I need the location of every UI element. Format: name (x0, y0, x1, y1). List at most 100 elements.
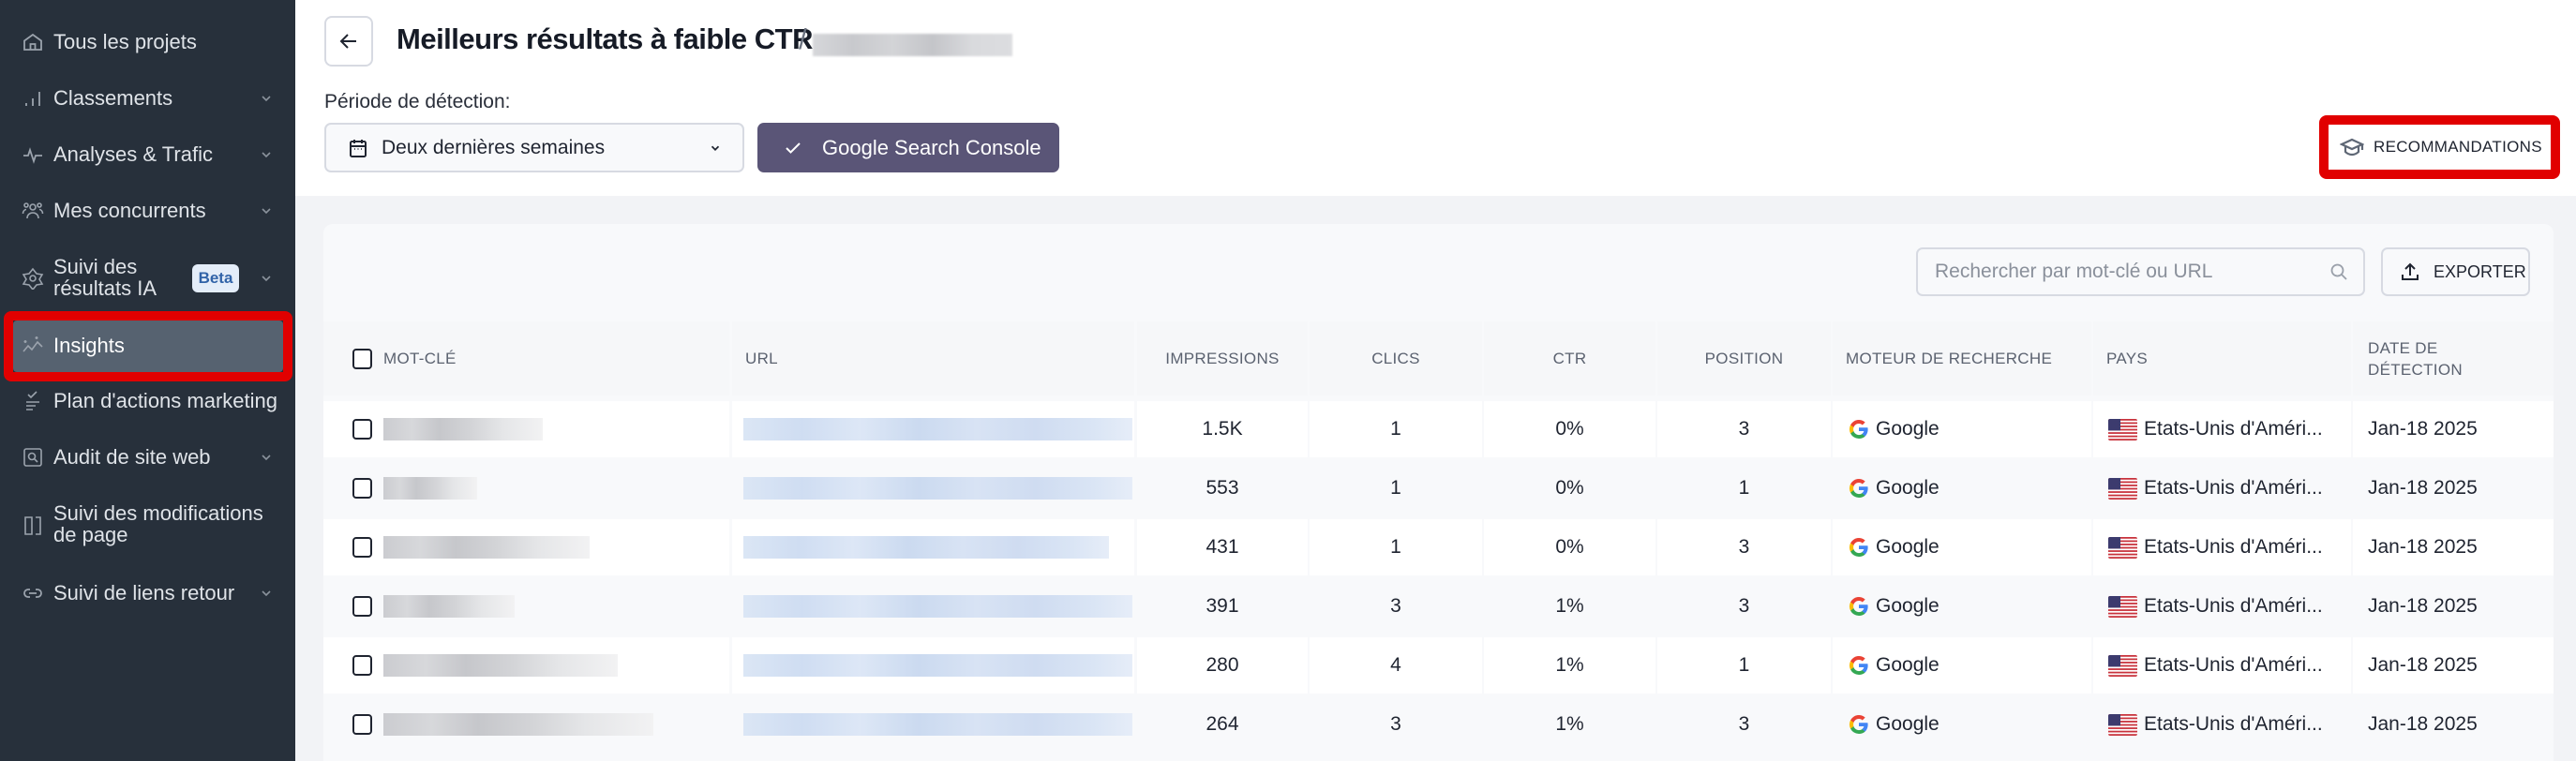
home-icon (21, 30, 45, 54)
cell-ctr-value: 1% (1555, 713, 1584, 735)
cell-impressions: 1.5K (1137, 401, 1308, 457)
redacted-keyword (383, 536, 590, 559)
sidebar-item-backlinks[interactable]: Suivi de liens retour (13, 579, 283, 607)
cell-impressions: 280 (1137, 637, 1308, 694)
search-engine-name: Google (1876, 595, 1939, 617)
cell-detection-date: Jan-18 2025 (2353, 519, 2554, 575)
cell-impressions: 431 (1137, 519, 1308, 575)
cell-country: Etats-Unis d'Améri... (2093, 401, 2351, 457)
sidebar-item-all-projects[interactable]: Tous les projets (13, 28, 283, 56)
us-flag-icon (2108, 418, 2137, 440)
calendar-icon (350, 140, 367, 157)
cell-detection-date: Jan-18 2025 (2353, 401, 2554, 457)
row-checkbox[interactable] (352, 596, 372, 617)
search-engine-name: Google (1876, 477, 1939, 499)
cell-url (732, 519, 1134, 575)
ai-diamond-icon (21, 266, 45, 291)
period-select-value: Deux dernières semaines (382, 136, 606, 158)
us-flag-icon (2108, 595, 2137, 618)
country-name: Etats-Unis d'Améri... (2144, 713, 2323, 735)
cell-impressions: 553 (1137, 460, 1308, 516)
detection-date: Jan-18 2025 (2368, 595, 2478, 617)
cell-clicks-value: 1 (1390, 418, 1401, 440)
cell-url (732, 460, 1134, 516)
row-checkbox[interactable] (352, 655, 372, 676)
row-checkbox[interactable] (352, 419, 372, 440)
redacted-url-link[interactable] (743, 418, 1132, 440)
sidebar-item-site-audit[interactable]: Audit de site web (13, 443, 283, 471)
recommendations-label: RECOMMANDATIONS (2374, 138, 2542, 156)
sidebar-item-label: Plan d'actions marketing (53, 389, 277, 412)
column-header-url[interactable]: URL (732, 321, 1134, 395)
redacted-url-link[interactable] (743, 595, 1132, 618)
column-header-keyword[interactable]: MOT-CLÉ (323, 321, 729, 395)
row-checkbox[interactable] (352, 537, 372, 558)
chevron-down-icon (711, 145, 720, 151)
google-search-console-button[interactable]: Google Search Console (757, 123, 1059, 172)
sidebar-item-ai-results[interactable]: Suivi des résultats IA Beta (13, 255, 283, 302)
cell-position: 1 (1657, 637, 1831, 694)
recommendations-button[interactable]: RECOMMANDATIONS (2329, 125, 2551, 170)
row-checkbox[interactable] (352, 478, 372, 499)
sidebar-item-insights[interactable]: Insights (13, 321, 283, 372)
column-header-label: PAYS (2106, 350, 2149, 367)
search-engine-name: Google (1876, 654, 1939, 676)
cell-impressions-value: 431 (1206, 536, 1239, 558)
column-header-search-engine[interactable]: MOTEUR DE RECHERCHE (1833, 321, 2091, 395)
cell-url (732, 401, 1134, 457)
cell-impressions: 391 (1137, 578, 1308, 634)
cell-ctr: 1% (1484, 578, 1655, 634)
cell-position-value: 3 (1738, 418, 1750, 440)
sidebar-item-competitors[interactable]: Mes concurrents (13, 197, 283, 225)
country-name: Etats-Unis d'Améri... (2144, 536, 2323, 558)
cell-keyword (323, 401, 729, 457)
redacted-keyword (383, 477, 477, 500)
column-header-detection-date[interactable]: DATE DE DÉTECTION (2353, 321, 2554, 395)
column-header-impressions[interactable]: IMPRESSIONS (1137, 321, 1308, 395)
sidebar-item-analytics-traffic[interactable]: Analyses & Trafic (13, 141, 283, 169)
cell-search-engine: Google (1833, 401, 2091, 457)
cell-keyword (323, 637, 729, 694)
redacted-url-link[interactable] (743, 477, 1132, 500)
redacted-keyword (383, 654, 618, 677)
search-engine-name: Google (1876, 418, 1939, 440)
column-header-label: MOT-CLÉ (383, 350, 457, 367)
period-select[interactable]: Deux dernières semaines (324, 123, 744, 172)
column-header-position[interactable]: POSITION (1657, 321, 1831, 395)
column-header-clicks[interactable]: CLICS (1310, 321, 1482, 395)
redacted-url-link[interactable] (743, 713, 1132, 736)
sidebar-item-rankings[interactable]: Classements (13, 84, 283, 112)
cell-keyword (323, 696, 729, 753)
sidebar-item-marketing-plan[interactable]: Plan d'actions marketing (13, 387, 283, 415)
search-icon (2330, 263, 2347, 280)
select-all-checkbox[interactable] (352, 349, 372, 369)
detection-date: Jan-18 2025 (2368, 536, 2478, 558)
column-header-label: POSITION (1704, 350, 1784, 367)
column-header-label: IMPRESSIONS (1165, 350, 1280, 367)
search-field[interactable] (1916, 247, 2365, 296)
back-button[interactable] (324, 16, 373, 67)
cell-detection-date: Jan-18 2025 (2353, 578, 2554, 634)
users-icon (21, 199, 45, 223)
cell-impressions: 264 (1137, 696, 1308, 753)
cell-clicks: 1 (1310, 519, 1482, 575)
chevron-down-icon (262, 152, 271, 158)
redacted-url-link[interactable] (743, 536, 1109, 559)
cell-detection-date: Jan-18 2025 (2353, 637, 2554, 694)
search-input[interactable] (1935, 249, 2310, 294)
column-header-ctr[interactable]: CTR (1484, 321, 1655, 395)
cell-impressions-value: 264 (1206, 713, 1239, 735)
sidebar-item-page-changes[interactable]: Suivi des modifications de page (13, 501, 283, 548)
cell-clicks-value: 1 (1390, 477, 1401, 499)
row-checkbox[interactable] (352, 714, 372, 735)
redacted-url-link[interactable] (743, 654, 1132, 677)
cell-ctr: 0% (1484, 401, 1655, 457)
sidebar-item-label-line1: Suivi des modifications (53, 501, 263, 525)
search-engine-name: Google (1876, 713, 1939, 735)
sidebar-item-label: Insights (53, 334, 125, 357)
cell-clicks: 3 (1310, 696, 1482, 753)
google-logo-icon (1849, 479, 1868, 498)
export-button[interactable]: EXPORTER (2381, 247, 2530, 296)
column-header-country[interactable]: PAYS (2093, 321, 2351, 395)
upload-icon (2402, 262, 2419, 280)
